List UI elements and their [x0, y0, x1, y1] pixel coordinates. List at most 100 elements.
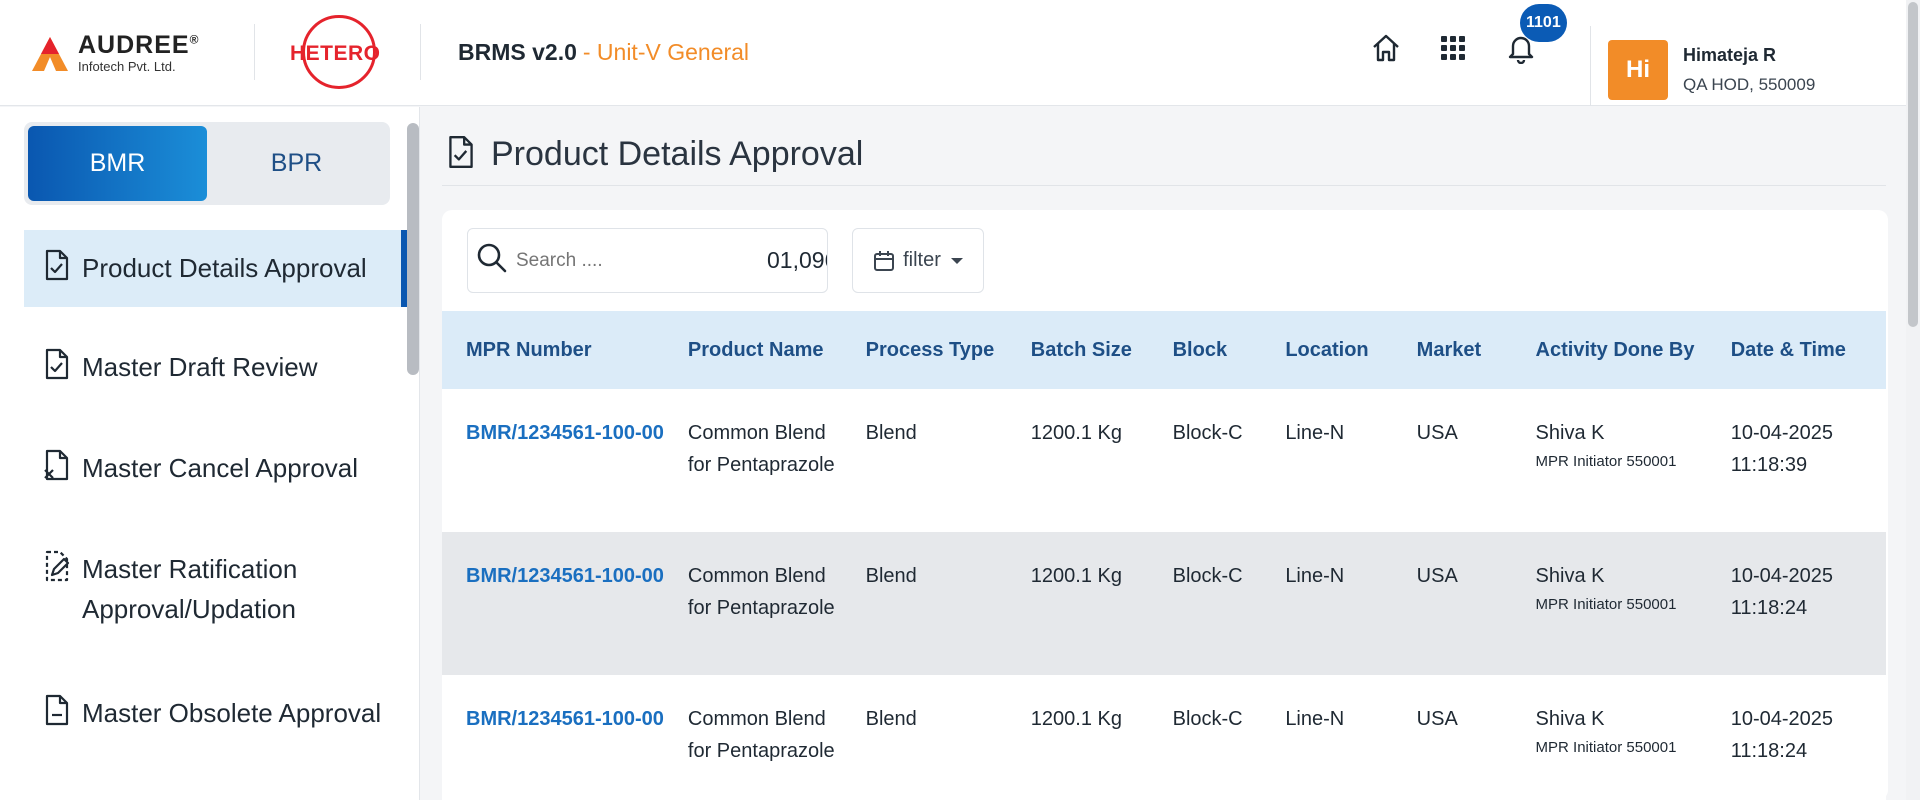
mpr-number-link[interactable]: BMR/1234561-100-00	[442, 389, 664, 532]
avatar[interactable]: Hi	[1608, 40, 1668, 100]
notification-badge[interactable]: 1101	[1520, 4, 1567, 42]
doc-check-icon	[40, 248, 74, 282]
sidebar-item-label: Product Details Approval	[82, 253, 367, 283]
column-header[interactable]: Product Name	[664, 311, 842, 389]
sidebar-item-product-details-approval[interactable]: Product Details Approval	[24, 230, 407, 307]
date-time-cell: 10-04-2025 11:18:39	[1707, 389, 1886, 532]
activity-user-role: MPR Initiator 550001	[1535, 739, 1677, 756]
hetero-logo: HETERO	[288, 15, 380, 90]
location-cell: Line-N	[1285, 422, 1345, 444]
date-text: 10-04-2025	[1730, 422, 1834, 444]
table-row[interactable]: BMR/1234561-100-00 Common Blend for Pent…	[442, 675, 1886, 800]
audree-registered-mark: ®	[189, 32, 200, 47]
block-cell: Block-C	[1172, 422, 1243, 444]
page-header: Product Details Approval	[445, 128, 863, 180]
user-role: QA HOD, 550009	[1683, 75, 1816, 94]
column-header[interactable]: Market	[1393, 311, 1512, 389]
sidebar-item-master-cancel-approval[interactable]: Master Cancel Approval	[24, 448, 407, 508]
doc-check-icon	[40, 347, 74, 381]
chevron-down-icon	[950, 257, 963, 264]
search-input[interactable]	[516, 249, 766, 272]
sidebar-item-label: Master Ratification Approval/Updation	[82, 554, 298, 624]
column-header[interactable]: Batch Size	[1007, 311, 1149, 389]
activity-user-role: MPR Initiator 550001	[1535, 453, 1677, 470]
product-name-cell: Common Blend for Pentaprazole	[687, 565, 835, 619]
column-header[interactable]: MPR Number	[442, 311, 664, 389]
user-name: Himateja R	[1683, 45, 1777, 65]
page-title: Product Details Approval	[491, 134, 864, 173]
date-time-cell: 10-04-2025 11:18:24	[1707, 532, 1886, 675]
table-row[interactable]: BMR/1234561-100-00 Common Blend for Pent…	[442, 532, 1886, 675]
time-text: 11:18:24	[1730, 597, 1808, 619]
doc-minus-icon	[40, 693, 74, 727]
product-name-cell: Common Blend for Pentaprazole	[687, 422, 835, 476]
process-type-cell: Blend	[865, 565, 917, 587]
tab-bmr[interactable]: BMR	[28, 126, 207, 201]
activity-done-by-cell: Shiva K MPR Initiator 550001	[1512, 532, 1707, 675]
approval-table: MPR Number Product Name Process Type Bat…	[442, 311, 1886, 800]
sidebar-item-label: Master Obsolete Approval	[82, 698, 382, 728]
batch-size-cell: 1200.1 Kg	[1030, 565, 1122, 587]
apps-grid-icon[interactable]	[1435, 30, 1471, 66]
filter-button[interactable]: filter	[852, 228, 984, 293]
date-text: 10-04-2025	[1730, 565, 1834, 587]
product-name-cell: Common Blend for Pentaprazole	[687, 708, 835, 762]
calendar-icon	[873, 250, 895, 272]
app-name: BRMS v2.0	[458, 39, 577, 65]
market-cell: USA	[1416, 422, 1458, 444]
search-overflow-text: 01,096 F	[767, 247, 827, 273]
activity-done-by-cell: Shiva K MPR Initiator 550001	[1512, 389, 1707, 532]
location-cell: Line-N	[1285, 565, 1345, 587]
audree-brand-name: AUDREE	[78, 31, 190, 59]
column-header[interactable]: Process Type	[842, 311, 1007, 389]
record-type-toggle: BMR BPR	[24, 122, 390, 205]
unit-name: - Unit-V General	[582, 39, 750, 65]
activity-user-role: MPR Initiator 550001	[1535, 596, 1677, 613]
column-header[interactable]: Date & Time	[1707, 311, 1886, 389]
block-cell: Block-C	[1172, 565, 1243, 587]
sidebar-item-label: Master Draft Review	[82, 352, 318, 382]
location-cell: Line-N	[1285, 708, 1345, 730]
tab-bpr[interactable]: BPR	[207, 126, 386, 201]
mpr-number-link[interactable]: BMR/1234561-100-00	[442, 675, 664, 800]
process-type-cell: Blend	[865, 422, 917, 444]
table-row[interactable]: BMR/1234561-100-00 Common Blend for Pent…	[442, 389, 1886, 532]
sidebar: BMR BPR Product Details Approval Master …	[0, 107, 420, 800]
date-text: 10-04-2025	[1730, 708, 1834, 730]
market-cell: USA	[1416, 565, 1458, 587]
activity-user-name: Shiva K	[1535, 565, 1605, 587]
audree-logo: AUDREE® Infotech Pvt. Ltd.	[30, 28, 199, 78]
date-time-cell: 10-04-2025 11:18:24	[1707, 675, 1886, 800]
time-text: 11:18:39	[1730, 454, 1808, 476]
column-header[interactable]: Block	[1149, 311, 1262, 389]
activity-user-name: Shiva K	[1535, 708, 1605, 730]
search-box[interactable]: 01,096 F	[467, 228, 828, 293]
header-divider	[420, 24, 421, 80]
activity-user-name: Shiva K	[1535, 422, 1605, 444]
mpr-number-link[interactable]: BMR/1234561-100-00	[442, 532, 664, 675]
search-icon	[476, 242, 508, 279]
home-icon[interactable]	[1368, 30, 1404, 66]
sidebar-item-master-ratification[interactable]: Master Ratification Approval/Updation	[24, 549, 407, 634]
column-header[interactable]: Activity Done By	[1512, 311, 1707, 389]
app-header: AUDREE® Infotech Pvt. Ltd. HETERO BRMS v…	[0, 0, 1920, 106]
column-header[interactable]: Location	[1261, 311, 1392, 389]
market-cell: USA	[1416, 708, 1458, 730]
activity-done-by-cell: Shiva K MPR Initiator 550001	[1512, 675, 1707, 800]
app-title: BRMS v2.0- Unit-V General	[458, 39, 749, 66]
title-divider	[442, 185, 1886, 186]
sidebar-scrollbar[interactable]	[407, 123, 419, 375]
doc-edit-icon	[40, 549, 74, 583]
sidebar-item-label: Master Cancel Approval	[82, 453, 359, 483]
sidebar-item-master-obsolete-approval[interactable]: Master Obsolete Approval	[24, 693, 407, 753]
audree-triangle-icon	[30, 33, 70, 73]
time-text: 11:18:24	[1730, 740, 1808, 762]
block-cell: Block-C	[1172, 708, 1243, 730]
filter-label: filter	[903, 249, 941, 271]
doc-cancel-icon	[40, 448, 74, 482]
sidebar-item-master-draft-review[interactable]: Master Draft Review	[24, 347, 407, 407]
page-scrollbar-thumb[interactable]	[1908, 2, 1918, 327]
doc-check-icon	[445, 134, 477, 175]
table-header-row: MPR Number Product Name Process Type Bat…	[442, 311, 1886, 389]
audree-subtitle: Infotech Pvt. Ltd.	[78, 59, 176, 74]
